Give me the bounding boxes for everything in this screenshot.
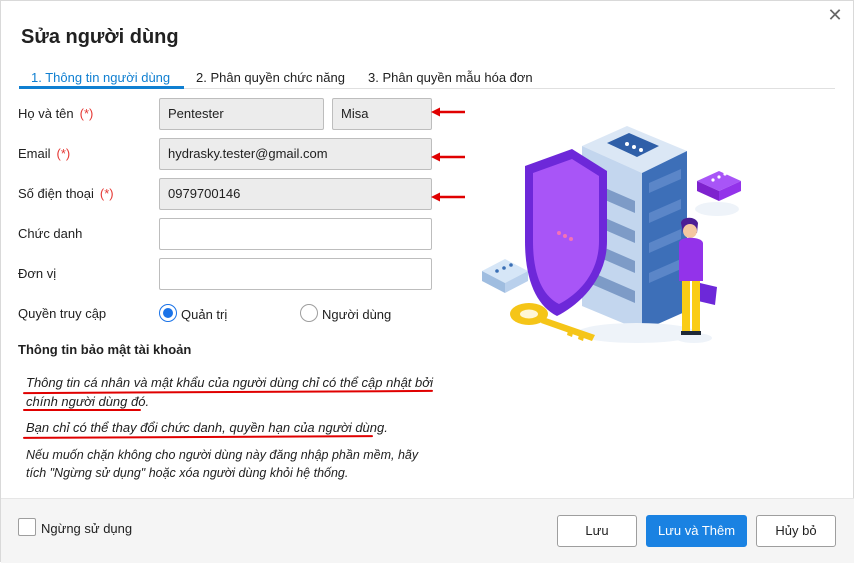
disable-user-label: Ngừng sử dụng bbox=[41, 521, 133, 536]
save-and-add-button[interactable]: Lưu và Thêm bbox=[646, 515, 747, 547]
required-mark: (*) bbox=[79, 106, 94, 121]
annotation-underline bbox=[22, 435, 374, 439]
annotation-underline bbox=[23, 409, 141, 411]
phone-input[interactable]: 0979700146 bbox=[159, 178, 432, 210]
radio-user[interactable] bbox=[300, 304, 318, 322]
disable-user-checkbox[interactable] bbox=[18, 518, 36, 536]
security-note-3-line-1: Nếu muốn chặn không cho người dùng này đ… bbox=[26, 448, 419, 462]
edit-user-dialog: Sửa người dùng ✕ 1. Thông tin người dùng… bbox=[0, 0, 854, 563]
phone-label: Số điện thoại (*) bbox=[18, 186, 114, 201]
annotation-arrow-icon bbox=[431, 152, 465, 162]
required-mark: (*) bbox=[99, 186, 114, 201]
unit-label: Đơn vị bbox=[18, 266, 57, 281]
unit-input[interactable] bbox=[159, 258, 432, 290]
close-icon[interactable]: ✕ bbox=[827, 6, 843, 24]
dialog-title: Sửa người dùng bbox=[21, 26, 179, 48]
annotation-arrow-icon bbox=[431, 192, 465, 202]
email-label: Email (*) bbox=[18, 146, 71, 161]
name-label: Họ và tên (*) bbox=[18, 106, 94, 121]
first-name-input[interactable]: Pentester bbox=[159, 98, 324, 130]
active-tab-indicator bbox=[19, 86, 184, 89]
radio-admin[interactable] bbox=[159, 304, 177, 322]
security-illustration bbox=[482, 126, 741, 343]
tab-bar: 1. Thông tin người dùng 2. Phân quyền ch… bbox=[19, 67, 835, 89]
cancel-button[interactable]: Hủy bỏ bbox=[756, 515, 836, 547]
security-note-3-line-2: tích "Ngừng sử dụng" hoặc xóa người dùng… bbox=[26, 466, 349, 480]
tab-user-info[interactable]: 1. Thông tin người dùng bbox=[31, 70, 170, 85]
save-button[interactable]: Lưu bbox=[557, 515, 637, 547]
required-mark: (*) bbox=[56, 146, 71, 161]
radio-admin-label: Quản trị bbox=[181, 307, 228, 322]
access-label: Quyền truy cập bbox=[18, 306, 107, 321]
job-title-label: Chức danh bbox=[18, 226, 83, 241]
email-input[interactable]: hydrasky.tester@gmail.com bbox=[159, 138, 432, 170]
job-title-input[interactable] bbox=[159, 218, 432, 250]
radio-user-label: Người dùng bbox=[322, 307, 392, 322]
last-name-input[interactable]: Misa bbox=[332, 98, 432, 130]
security-heading: Thông tin bảo mật tài khoản bbox=[18, 342, 192, 357]
tab-invoice-template-permissions[interactable]: 3. Phân quyền mẫu hóa đơn bbox=[368, 70, 533, 85]
tab-function-permissions[interactable]: 2. Phân quyền chức năng bbox=[196, 70, 345, 85]
annotation-arrow-icon bbox=[431, 107, 465, 117]
